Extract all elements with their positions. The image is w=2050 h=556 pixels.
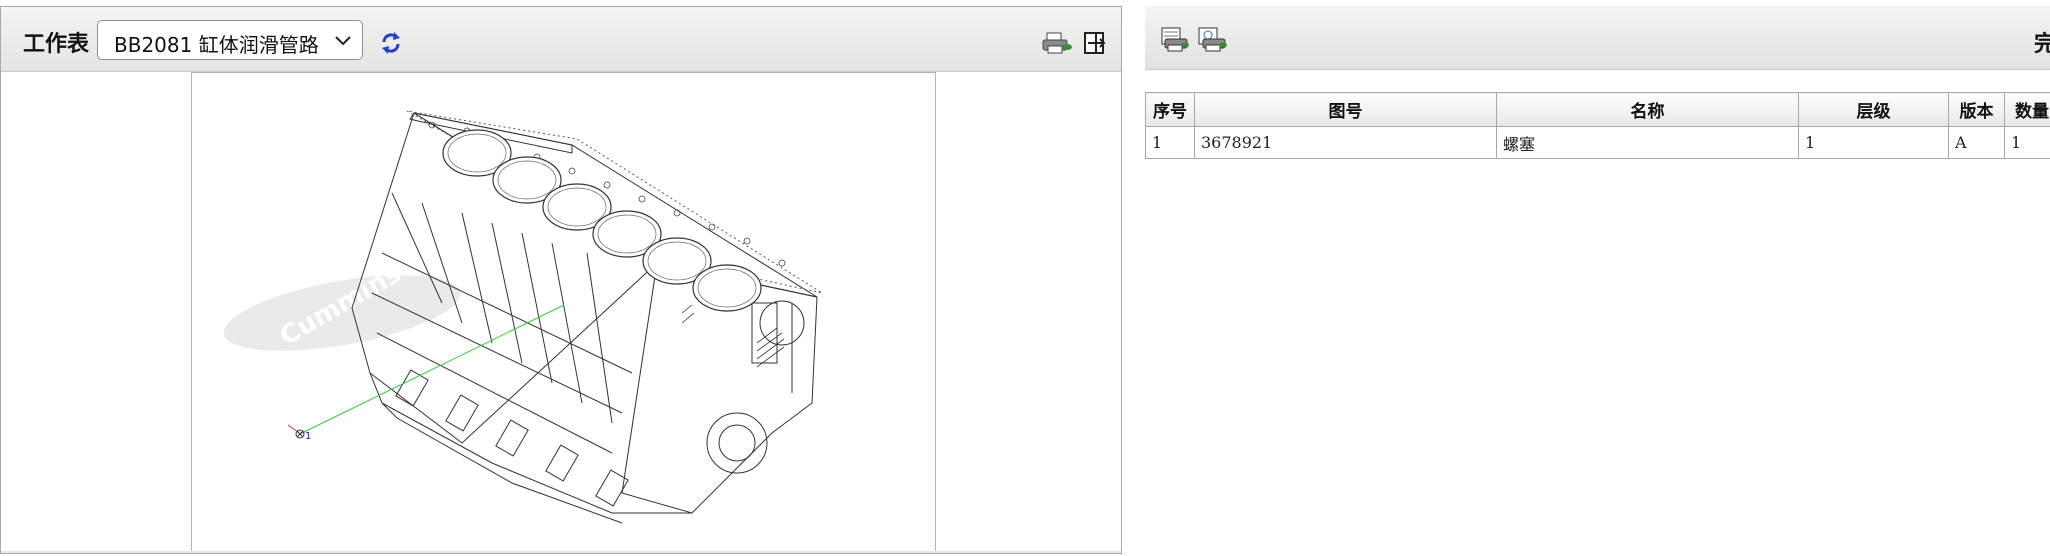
- export-icon[interactable]: [1083, 31, 1107, 55]
- print-drawing-icon[interactable]: [1196, 26, 1228, 52]
- chevron-down-icon: [335, 36, 351, 46]
- worksheet-label: 工作表: [23, 32, 90, 57]
- cell-name: 螺塞: [1496, 126, 1799, 159]
- cell-level: 1: [1798, 126, 1949, 159]
- table-row[interactable]: 1 3678921 螺塞 1 A 1: [1145, 126, 2050, 159]
- parts-list-panel: 完 序号 图号 名称 层级 版本 数量 1 3678921 螺塞 1 A 1: [1145, 6, 2050, 554]
- refresh-icon[interactable]: [379, 31, 403, 55]
- column-header-name[interactable]: 名称: [1496, 92, 1799, 127]
- cell-version: A: [1948, 126, 2005, 159]
- drawing-panel: 工作表 BB2081 缸体润滑管路 Cummins 1: [0, 6, 1122, 554]
- engine-block-illustration: Cummins: [223, 110, 823, 524]
- printer-icon[interactable]: [1041, 31, 1073, 55]
- column-header-quantity[interactable]: 数量: [2004, 92, 2050, 127]
- parts-table-header-row: 序号 图号 名称 层级 版本 数量: [1145, 92, 2050, 127]
- panel-bottom-border: [1, 551, 1121, 553]
- drawing-toolbar: 工作表 BB2081 缸体润滑管路: [1, 7, 1121, 72]
- column-header-part-number[interactable]: 图号: [1194, 92, 1497, 127]
- toolbar-truncated-label: 完: [2034, 32, 2050, 57]
- screw-plug-symbol[interactable]: [295, 429, 305, 439]
- assembly-select-value: BB2081 缸体润滑管路: [114, 33, 319, 57]
- callout-number[interactable]: 1: [305, 431, 311, 442]
- column-header-index[interactable]: 序号: [1145, 92, 1195, 127]
- cell-part-number: 3678921: [1194, 126, 1497, 159]
- column-header-level[interactable]: 层级: [1798, 92, 1949, 127]
- assembly-select[interactable]: BB2081 缸体润滑管路: [97, 20, 363, 60]
- engine-block-drawing: Cummins 1: [191, 72, 936, 553]
- parts-table: 序号 图号 名称 层级 版本 数量 1 3678921 螺塞 1 A 1: [1145, 92, 2050, 159]
- cell-index: 1: [1145, 126, 1195, 159]
- column-header-version[interactable]: 版本: [1948, 92, 2005, 127]
- cell-quantity: 1: [2004, 126, 2050, 159]
- parts-toolbar: 完: [1145, 6, 2050, 70]
- print-list-icon[interactable]: [1159, 26, 1189, 52]
